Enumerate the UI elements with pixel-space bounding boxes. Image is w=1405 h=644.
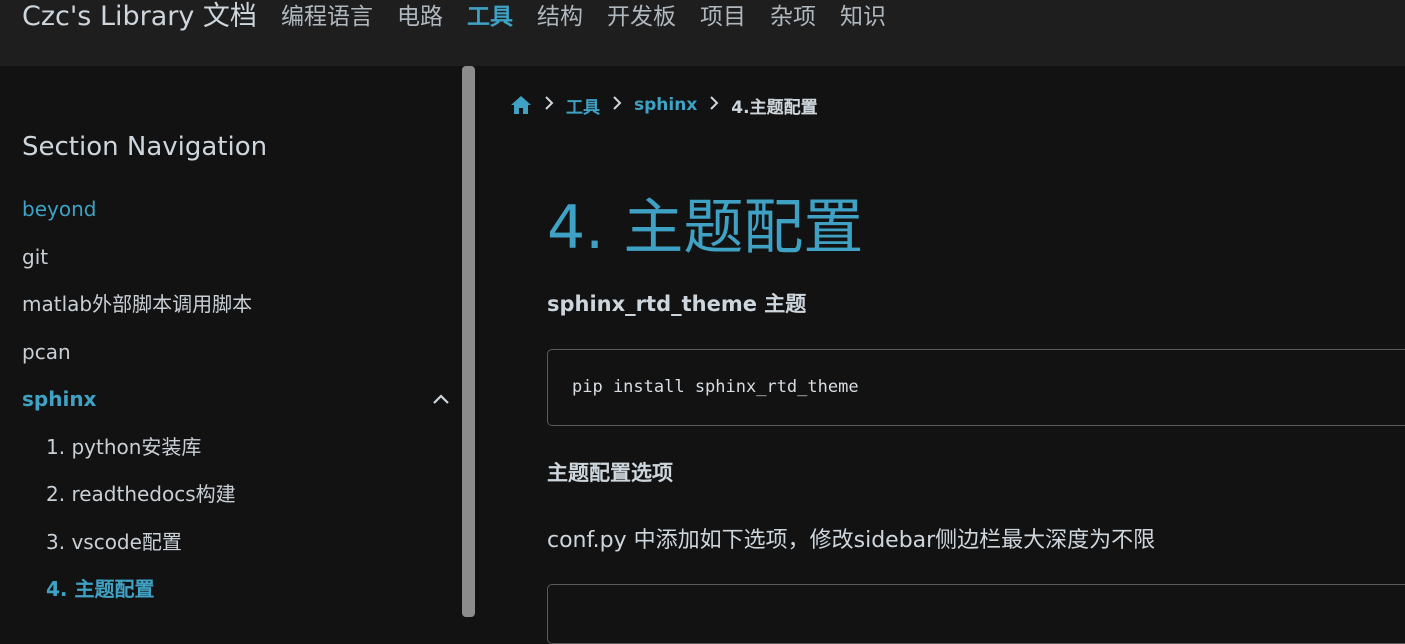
sidebar-item-pcan[interactable]: pcan xyxy=(22,337,452,385)
breadcrumb-sphinx[interactable]: sphinx xyxy=(634,95,697,115)
nav-item-knowledge[interactable]: 知识 xyxy=(840,0,886,34)
sidebar-group-sphinx: sphinx xyxy=(22,384,452,432)
sidebar-item-beyond[interactable]: beyond xyxy=(22,194,452,242)
section-heading-theme: sphinx_rtd_theme 主题 xyxy=(547,292,807,316)
breadcrumb-tools[interactable]: 工具 xyxy=(566,93,600,118)
chevron-right-icon xyxy=(544,95,554,115)
code-block-install[interactable]: pip install sphinx_rtd_theme xyxy=(547,349,1405,426)
top-header: Czc's Library 文档 编程语言 电路 工具 结构 开发板 项目 杂项… xyxy=(0,0,1405,66)
home-icon[interactable] xyxy=(510,95,532,115)
nav-item-misc[interactable]: 杂项 xyxy=(770,0,816,34)
nav-item-tools[interactable]: 工具 xyxy=(467,0,513,34)
site-brand[interactable]: Czc's Library 文档 xyxy=(22,0,257,34)
breadcrumb-current: 4.主题配置 xyxy=(731,97,818,118)
breadcrumb: 工具 sphinx 4.主题配置 xyxy=(510,93,818,118)
sidebar-item-readthedocs[interactable]: 2. readthedocs构建 xyxy=(22,479,452,527)
sidebar-item-theme-config[interactable]: 4. 主题配置 xyxy=(22,574,452,622)
sidebar-item-vscode[interactable]: 3. vscode配置 xyxy=(22,527,452,575)
chevron-up-icon[interactable] xyxy=(430,384,452,414)
page-title: 4. 主题配置 xyxy=(547,193,864,263)
sidebar-item-python-install[interactable]: 1. python安装库 xyxy=(22,432,452,480)
top-nav: 编程语言 电路 工具 结构 开发板 项目 杂项 知识 xyxy=(281,0,910,34)
paragraph-conf: conf.py 中添加如下选项，修改sidebar侧边栏最大深度为不限 xyxy=(547,528,1156,553)
sidebar-nav-list: beyond git matlab外部脚本调用脚本 pcan sphinx 1.… xyxy=(22,194,452,622)
main-content: 工具 sphinx 4.主题配置 4. 主题配置 sphinx_rtd_them… xyxy=(475,66,1405,644)
nav-item-circuit[interactable]: 电路 xyxy=(397,0,443,34)
chevron-right-icon xyxy=(612,95,622,115)
nav-item-programming[interactable]: 编程语言 xyxy=(281,0,373,34)
nav-item-structure[interactable]: 结构 xyxy=(537,0,583,34)
nav-item-devboard[interactable]: 开发板 xyxy=(607,0,676,34)
code-block-conf[interactable] xyxy=(547,584,1405,644)
section-navigation-title: Section Navigation xyxy=(22,132,268,162)
chevron-right-icon xyxy=(709,95,719,115)
code-text: pip install sphinx_rtd_theme xyxy=(572,377,859,397)
sidebar-item-matlab[interactable]: matlab外部脚本调用脚本 xyxy=(22,289,452,337)
scrollbar-thumb[interactable] xyxy=(462,66,475,617)
nav-item-projects[interactable]: 项目 xyxy=(700,0,746,34)
sidebar-item-sphinx[interactable]: sphinx xyxy=(22,384,452,432)
sidebar-item-git[interactable]: git xyxy=(22,242,452,290)
section-heading-options: 主题配置选项 xyxy=(547,461,673,485)
sidebar-scrollbar[interactable] xyxy=(462,66,475,617)
